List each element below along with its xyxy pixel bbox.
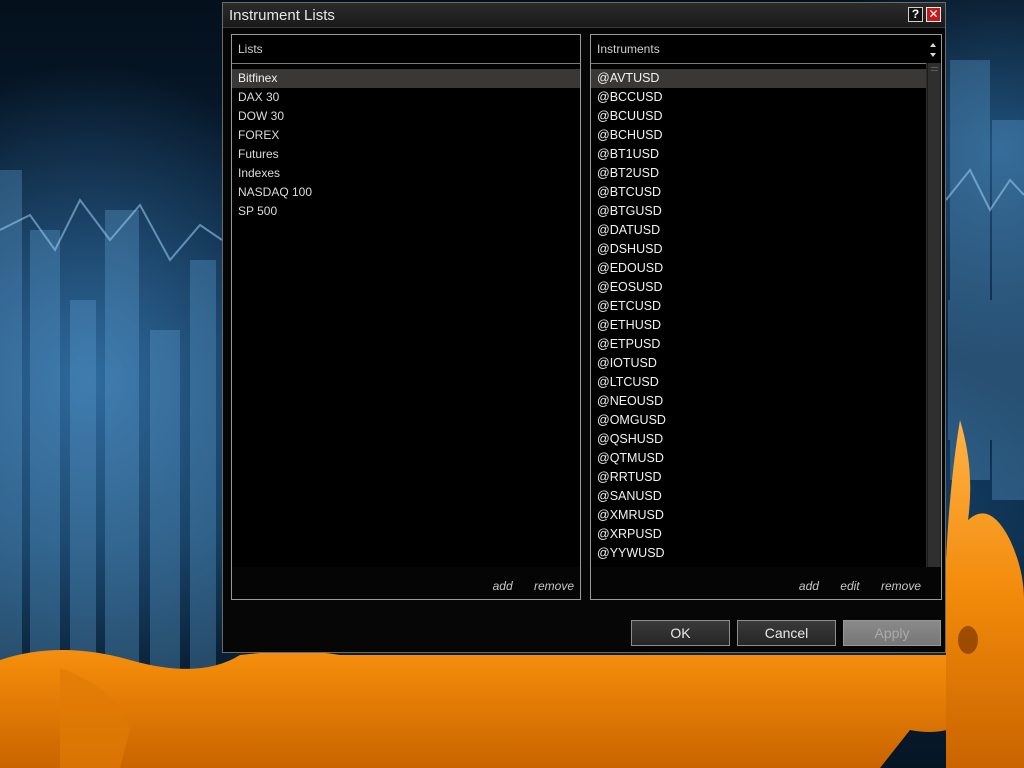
lists-title: Lists: [238, 42, 263, 56]
list-item[interactable]: @BCHUSD: [591, 126, 926, 145]
list-item[interactable]: @BTGUSD: [591, 202, 926, 221]
instruments-panel: Instruments @AVTUSD @BCCUSD @BCUUSD @BCH…: [590, 34, 942, 600]
instruments-title: Instruments: [597, 42, 660, 56]
list-item[interactable]: FOREX: [232, 126, 580, 145]
list-item[interactable]: @QTMUSD: [591, 449, 926, 468]
list-item[interactable]: @XRPUSD: [591, 525, 926, 544]
ok-button[interactable]: OK: [631, 620, 730, 646]
lists-footer: add remove: [232, 567, 580, 599]
instruments-list: @AVTUSD @BCCUSD @BCUUSD @BCHUSD @BT1USD …: [591, 69, 926, 563]
list-item[interactable]: Indexes: [232, 164, 580, 183]
instruments-scrollbar[interactable]: [926, 63, 941, 581]
list-item[interactable]: @DSHUSD: [591, 240, 926, 259]
list-item[interactable]: @BT2USD: [591, 164, 926, 183]
list-item[interactable]: @AVTUSD: [591, 69, 926, 88]
close-button[interactable]: ✕: [926, 7, 941, 22]
list-item[interactable]: @OMGUSD: [591, 411, 926, 430]
list-item[interactable]: @NEOUSD: [591, 392, 926, 411]
instrument-lists-dialog: Instrument Lists ? ✕ Lists Bitfinex DAX …: [222, 2, 946, 653]
scroll-down-icon[interactable]: [930, 53, 936, 57]
instruments-header: Instruments: [591, 35, 941, 64]
edit-instrument-link[interactable]: edit: [840, 579, 859, 593]
list-item[interactable]: @EDOUSD: [591, 259, 926, 278]
list-item[interactable]: @RRTUSD: [591, 468, 926, 487]
list-item[interactable]: @BCCUSD: [591, 88, 926, 107]
list-item[interactable]: @ETCUSD: [591, 297, 926, 316]
lists-list: Bitfinex DAX 30 DOW 30 FOREX Futures Ind…: [232, 69, 580, 221]
list-item[interactable]: @YYWUSD: [591, 544, 926, 563]
list-item[interactable]: @BT1USD: [591, 145, 926, 164]
scrollbar-thumb[interactable]: [928, 63, 940, 581]
list-item[interactable]: @BCUUSD: [591, 107, 926, 126]
add-list-link[interactable]: add: [493, 579, 513, 593]
grip-line: [931, 70, 938, 71]
list-item[interactable]: DAX 30: [232, 88, 580, 107]
list-item[interactable]: SP 500: [232, 202, 580, 221]
list-item[interactable]: Bitfinex: [232, 69, 580, 88]
list-item[interactable]: @ETPUSD: [591, 335, 926, 354]
list-item[interactable]: Futures: [232, 145, 580, 164]
list-item[interactable]: @QSHUSD: [591, 430, 926, 449]
list-item[interactable]: @ETHUSD: [591, 316, 926, 335]
lists-header: Lists: [232, 35, 580, 64]
dialog-title: Instrument Lists: [229, 7, 335, 24]
scroll-arrows: [926, 35, 941, 63]
lists-panel: Lists Bitfinex DAX 30 DOW 30 FOREX Futur…: [231, 34, 581, 600]
remove-instrument-link[interactable]: remove: [881, 579, 921, 593]
list-item[interactable]: @IOTUSD: [591, 354, 926, 373]
apply-button[interactable]: Apply: [843, 620, 941, 646]
list-item[interactable]: @DATUSD: [591, 221, 926, 240]
list-item[interactable]: @EOSUSD: [591, 278, 926, 297]
title-bar: Instrument Lists ? ✕: [223, 3, 945, 28]
scroll-up-icon[interactable]: [930, 43, 936, 47]
remove-list-link[interactable]: remove: [534, 579, 574, 593]
list-item[interactable]: @SANUSD: [591, 487, 926, 506]
list-item[interactable]: DOW 30: [232, 107, 580, 126]
cancel-button[interactable]: Cancel: [737, 620, 836, 646]
help-button[interactable]: ?: [908, 7, 923, 22]
instruments-footer: add edit remove: [591, 567, 941, 599]
list-item[interactable]: @XMRUSD: [591, 506, 926, 525]
list-item[interactable]: NASDAQ 100: [232, 183, 580, 202]
list-item[interactable]: @LTCUSD: [591, 373, 926, 392]
list-item[interactable]: @BTCUSD: [591, 183, 926, 202]
grip-line: [931, 67, 938, 68]
add-instrument-link[interactable]: add: [799, 579, 819, 593]
